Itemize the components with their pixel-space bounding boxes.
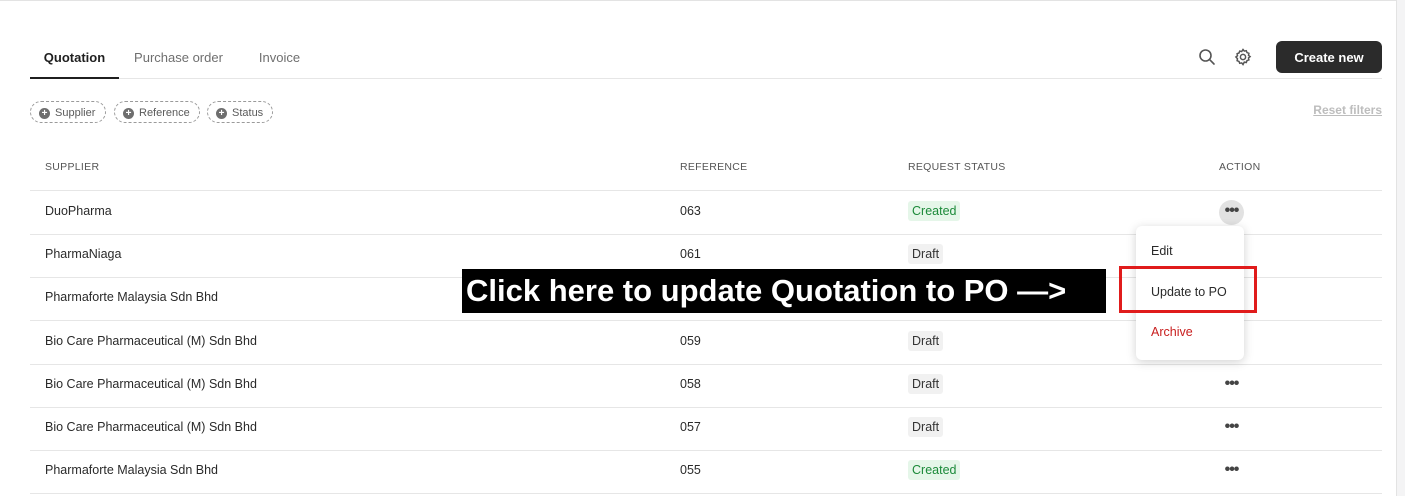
create-new-button[interactable]: Create new bbox=[1276, 41, 1382, 73]
table-row[interactable]: Pharmaforte Malaysia Sdn Bhd 055 Created… bbox=[30, 450, 1382, 494]
reset-filters-link[interactable]: Reset filters bbox=[1300, 103, 1382, 117]
column-header-action: ACTION bbox=[1219, 161, 1261, 173]
menu-item-archive[interactable]: Archive bbox=[1151, 325, 1193, 339]
search-icon[interactable] bbox=[1196, 46, 1218, 68]
supplier-cell: Bio Care Pharmaceutical (M) Sdn Bhd bbox=[45, 420, 257, 434]
column-header-reference[interactable]: REFERENCE bbox=[680, 161, 747, 173]
filter-chip-status[interactable]: + Status bbox=[207, 101, 273, 123]
tab-bar: Quotation Purchase order Invoice bbox=[30, 41, 1382, 79]
reference-cell: 059 bbox=[680, 334, 701, 348]
column-header-status[interactable]: REQUEST STATUS bbox=[908, 161, 1006, 173]
reference-cell: 055 bbox=[680, 463, 701, 477]
status-badge: Created bbox=[908, 201, 961, 221]
plus-circle-icon: + bbox=[216, 108, 227, 119]
supplier-cell: PharmaNiaga bbox=[45, 247, 122, 261]
menu-item-edit[interactable]: Edit bbox=[1151, 244, 1173, 258]
reference-cell: 063 bbox=[680, 204, 701, 218]
status-badge: Created bbox=[908, 460, 961, 480]
filter-chip-label: Supplier bbox=[55, 107, 96, 119]
annotation-highlight-box bbox=[1119, 266, 1257, 313]
status-badge: Draft bbox=[908, 331, 944, 351]
status-badge: Draft bbox=[908, 417, 944, 437]
plus-circle-icon: + bbox=[123, 108, 134, 119]
supplier-cell: Pharmaforte Malaysia Sdn Bhd bbox=[45, 290, 219, 304]
supplier-cell: Pharmaforte Malaysia Sdn Bhd bbox=[45, 463, 219, 477]
supplier-cell: DuoPharma bbox=[45, 204, 112, 218]
filter-chip-label: Reference bbox=[139, 107, 190, 119]
more-actions-icon[interactable]: ••• bbox=[1219, 416, 1244, 441]
more-actions-icon[interactable]: ••• bbox=[1219, 459, 1244, 484]
gear-icon[interactable] bbox=[1232, 46, 1254, 68]
tab-invoice[interactable]: Invoice bbox=[257, 41, 302, 78]
more-actions-icon[interactable]: ••• bbox=[1219, 373, 1244, 398]
filter-chip-label: Status bbox=[232, 107, 264, 119]
filter-chip-reference[interactable]: + Reference bbox=[114, 101, 200, 123]
more-actions-icon[interactable]: ••• bbox=[1219, 200, 1244, 225]
status-badge: Draft bbox=[908, 374, 944, 394]
supplier-cell: Bio Care Pharmaceutical (M) Sdn Bhd bbox=[45, 377, 257, 391]
status-badge: Draft bbox=[908, 244, 944, 264]
plus-circle-icon: + bbox=[39, 108, 50, 119]
tab-purchase-order[interactable]: Purchase order bbox=[133, 41, 224, 78]
filter-chip-supplier[interactable]: + Supplier bbox=[30, 101, 106, 123]
quotation-panel: Quotation Purchase order Invoice Create … bbox=[0, 0, 1397, 496]
annotation-callout: Click here to update Quotation to PO —> bbox=[462, 269, 1106, 313]
table-row[interactable]: Bio Care Pharmaceutical (M) Sdn Bhd 058 … bbox=[30, 364, 1382, 408]
reference-cell: 057 bbox=[680, 420, 701, 434]
reference-cell: 061 bbox=[680, 247, 701, 261]
supplier-cell: Bio Care Pharmaceutical (M) Sdn Bhd bbox=[45, 334, 257, 348]
tab-quotation[interactable]: Quotation bbox=[30, 41, 119, 79]
reference-cell: 058 bbox=[680, 377, 701, 391]
table-header: SUPPLIER REFERENCE REQUEST STATUS ACTION bbox=[30, 146, 1382, 191]
column-header-supplier[interactable]: SUPPLIER bbox=[45, 161, 99, 173]
table-row[interactable]: Bio Care Pharmaceutical (M) Sdn Bhd 057 … bbox=[30, 407, 1382, 451]
